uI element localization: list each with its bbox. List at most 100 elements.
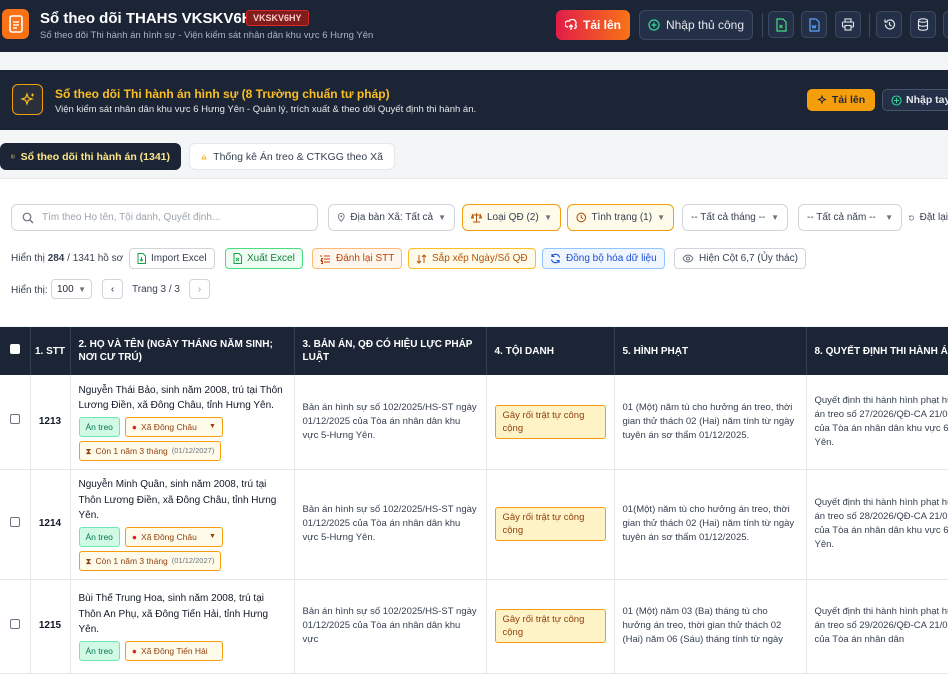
col-header-name[interactable]: 2. HỌ VÀ TÊN (NGÀY THÁNG NĂM SINH; NƠI C…	[70, 327, 295, 375]
chevron-down-icon: ▼	[544, 213, 552, 222]
col-header-stt[interactable]: 1. STT	[30, 327, 71, 375]
banner-upload-label: Tải lên	[831, 94, 866, 106]
sentence-type-badge: Án treo	[78, 640, 120, 661]
banner-upload-button[interactable]: Tải lên	[807, 89, 875, 111]
remaining-time-label: Còn 1 năm 3 tháng	[95, 555, 168, 566]
table-row[interactable]: 1215 Bùi Thế Trung Hoa, sinh năm 2008, t…	[0, 579, 948, 674]
sort-label: Sắp xếp Ngày/Số QĐ	[432, 253, 528, 264]
search-icon	[22, 212, 34, 223]
crime-cell: Gây rối trật tự công cộng	[486, 469, 615, 580]
chevron-down-icon: ▼	[208, 422, 216, 430]
commune-label: Xã Đông Châu	[141, 421, 197, 432]
export-excel-button[interactable]: Xuất Excel	[225, 248, 303, 269]
search-box[interactable]	[11, 204, 318, 231]
upload-icon	[564, 19, 577, 30]
show-columns-button[interactable]: Hiện Cột 6,7 (Ủy thác)	[674, 248, 806, 269]
manual-entry-button[interactable]: Nhập thủ công	[639, 10, 753, 40]
chevron-left-icon: ‹	[110, 283, 115, 295]
sync-button[interactable]: Đồng bộ hóa dữ liệu	[542, 248, 665, 269]
word-file-icon[interactable]	[801, 11, 827, 38]
commune-label: Xã Đông Tiến Hải	[141, 645, 208, 656]
row-checkbox[interactable]	[10, 516, 20, 527]
banner-manual-button[interactable]: Nhập tay	[882, 89, 948, 111]
area-filter[interactable]: Địa bàn Xã: Tất cả ▼	[328, 204, 455, 231]
toolbar-divider	[869, 13, 870, 37]
col-header-crime[interactable]: 4. TỘI DANH	[486, 327, 615, 375]
next-page-button[interactable]: ›	[189, 279, 210, 299]
stt-cell: 1213	[30, 375, 71, 470]
commune-select[interactable]: ● Xã Đông Châu ▼	[124, 416, 223, 437]
banner-title: Sổ theo dõi Thi hành án hình sự (8 Trườn…	[55, 87, 390, 101]
col-header-penalty[interactable]: 5. HÌNH PHẠT	[614, 327, 807, 375]
judgment-cell: Bản án hình sự số 102/2025/HS-ST ngày 01…	[294, 469, 487, 580]
show-columns-label: Hiện Cột 6,7 (Ủy thác)	[699, 253, 798, 264]
row-select-cell	[0, 375, 31, 470]
chevron-right-icon: ›	[197, 283, 202, 295]
chevron-down-icon: ▼	[657, 213, 665, 222]
stt-cell: 1215	[30, 579, 71, 674]
app-subtitle: Sổ theo dõi Thi hành án hình sự - Viện k…	[40, 30, 374, 41]
commune-label: Xã Đông Châu	[141, 531, 197, 542]
page-size-label: Hiển thị:	[11, 285, 48, 296]
chevron-down-icon: ▼	[438, 213, 446, 222]
hourglass-icon: ⧗	[85, 445, 92, 456]
search-input[interactable]	[42, 212, 302, 223]
tab-statistics-label: Thống kê Án treo & CTKGG theo Xã	[213, 150, 383, 163]
print-icon[interactable]	[835, 11, 861, 38]
remaining-time-badge: ⧗ Còn 1 năm 3 tháng (01/12/2027)	[78, 440, 222, 461]
list-ordered-icon	[320, 254, 330, 264]
book-icon	[11, 154, 15, 159]
month-select[interactable]: -- Tất cả tháng -- ▼	[682, 204, 788, 231]
prev-page-button[interactable]: ‹	[102, 279, 123, 299]
stt-cell: 1214	[30, 469, 71, 580]
map-pin-icon: ●	[131, 531, 138, 542]
app-title: Sổ theo dõi THAHS VKSKV6HY	[40, 10, 263, 27]
sort-icon	[416, 253, 427, 264]
penalty-cell: 01(Một) năm tù cho hưởng án treo, thời g…	[614, 469, 807, 580]
person-name: Bùi Thế Trung Hoa, sinh năm 2008, trú tạ…	[78, 593, 269, 636]
col-header-judgment[interactable]: 3. BẢN ÁN, QĐ CÓ HIỆU LỰC PHÁP LUẬT	[294, 327, 487, 375]
more-icon[interactable]	[943, 11, 948, 38]
row-checkbox[interactable]	[10, 618, 20, 629]
excel-file-icon[interactable]	[768, 11, 794, 38]
history-icon[interactable]	[876, 11, 902, 38]
col-header-decision[interactable]: 8. QUYẾT ĐỊNH THI HÀNH ÁN	[806, 327, 948, 375]
row-checkbox[interactable]	[10, 414, 20, 425]
tab-ledger[interactable]: Sổ theo dõi thi hành án (1341)	[0, 143, 181, 170]
rotate-ccw-icon	[908, 214, 914, 220]
sort-button[interactable]: Sắp xếp Ngày/Số QĐ	[408, 248, 536, 269]
commune-select[interactable]: ● Xã Đông Tiến Hải	[124, 640, 223, 661]
status-filter[interactable]: Tình trạng (1) ▼	[567, 204, 674, 231]
crime-badge: Gây rối trật tự công cộng	[494, 507, 606, 541]
row-select-cell	[0, 579, 31, 674]
renumber-button[interactable]: Đánh lại STT	[312, 248, 403, 269]
decision-type-filter[interactable]: Loại QĐ (2) ▼	[462, 204, 561, 231]
select-all-checkbox[interactable]	[10, 344, 20, 354]
crime-cell: Gây rối trật tự công cộng	[486, 579, 615, 674]
reset-filters-button[interactable]: Đặt lại	[902, 204, 948, 231]
eye-icon	[682, 254, 694, 263]
scale-icon	[471, 213, 482, 223]
file-excel-icon	[233, 253, 242, 264]
database-icon[interactable]	[910, 11, 936, 38]
sparkles-icon	[12, 84, 43, 115]
name-cell: Nguyễn Minh Quân, sinh năm 2008, trú tại…	[70, 469, 295, 580]
chevron-down-icon: ▼	[771, 213, 779, 222]
sentence-type-badge: Án treo	[78, 526, 120, 547]
chevron-down-icon: ▼	[208, 532, 216, 540]
table-row[interactable]: 1213 Nguyễn Thái Bảo, sinh năm 2008, trú…	[0, 375, 948, 470]
table-row[interactable]: 1214 Nguyễn Minh Quân, sinh năm 2008, tr…	[0, 469, 948, 580]
import-excel-button[interactable]: Import Excel	[129, 248, 215, 269]
year-select[interactable]: -- Tất cả năm -- ▼	[798, 204, 902, 231]
page-size-select[interactable]: 100 ▼	[51, 279, 92, 299]
select-all-cell	[0, 327, 31, 375]
commune-select[interactable]: ● Xã Đông Châu ▼	[124, 526, 223, 547]
chevron-down-icon: ▼	[885, 213, 893, 222]
area-filter-label: Địa bàn Xã: Tất cả	[350, 212, 434, 223]
reset-filters-label: Đặt lại	[919, 212, 948, 223]
app-logo-icon	[2, 9, 29, 39]
upload-button[interactable]: Tải lên	[556, 10, 630, 40]
file-import-icon	[137, 253, 146, 264]
tab-statistics[interactable]: Thống kê Án treo & CTKGG theo Xã	[189, 143, 395, 170]
upload-button-label: Tải lên	[582, 18, 621, 32]
